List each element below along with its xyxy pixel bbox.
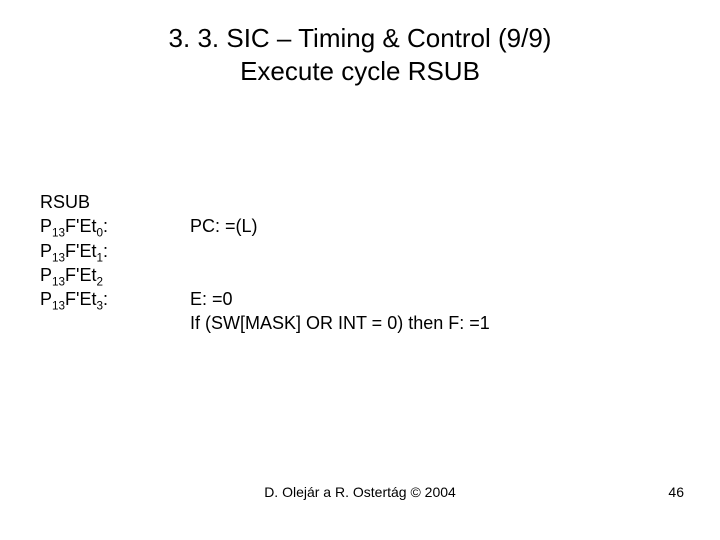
footer: D. Olejár a R. Ostertág © 2004 46: [0, 484, 720, 500]
timing-action: [190, 263, 490, 287]
timing-label: P13F'Et1:: [40, 239, 190, 263]
timing-label: P13F'Et2: [40, 263, 190, 287]
timing-action: [190, 239, 490, 263]
timing-action: PC: =(L): [190, 214, 490, 238]
timing-label: P13F'Et3:: [40, 287, 190, 311]
page-number: 46: [668, 484, 684, 500]
timing-row: P13F'Et2: [40, 263, 490, 287]
timing-row: P13F'Et0: PC: =(L): [40, 214, 490, 238]
timing-row: P13F'Et1:: [40, 239, 490, 263]
timing-action: If (SW[MASK] OR INT = 0) then F: =1: [190, 311, 490, 335]
slide: 3. 3. SIC – Timing & Control (9/9) Execu…: [0, 0, 720, 540]
title-line-1: 3. 3. SIC – Timing & Control (9/9): [169, 23, 552, 53]
footer-author: D. Olejár a R. Ostertág © 2004: [0, 484, 720, 500]
timing-label: [40, 311, 190, 335]
slide-body: RSUB P13F'Et0: PC: =(L) P13F'Et1: P13F'E…: [40, 190, 490, 336]
slide-title: 3. 3. SIC – Timing & Control (9/9) Execu…: [0, 0, 720, 87]
title-line-2: Execute cycle RSUB: [240, 56, 480, 86]
timing-action: E: =0: [190, 287, 490, 311]
timing-label: P13F'Et0:: [40, 214, 190, 238]
instruction-name: RSUB: [40, 190, 490, 214]
timing-row: If (SW[MASK] OR INT = 0) then F: =1: [40, 311, 490, 335]
timing-row: P13F'Et3: E: =0: [40, 287, 490, 311]
